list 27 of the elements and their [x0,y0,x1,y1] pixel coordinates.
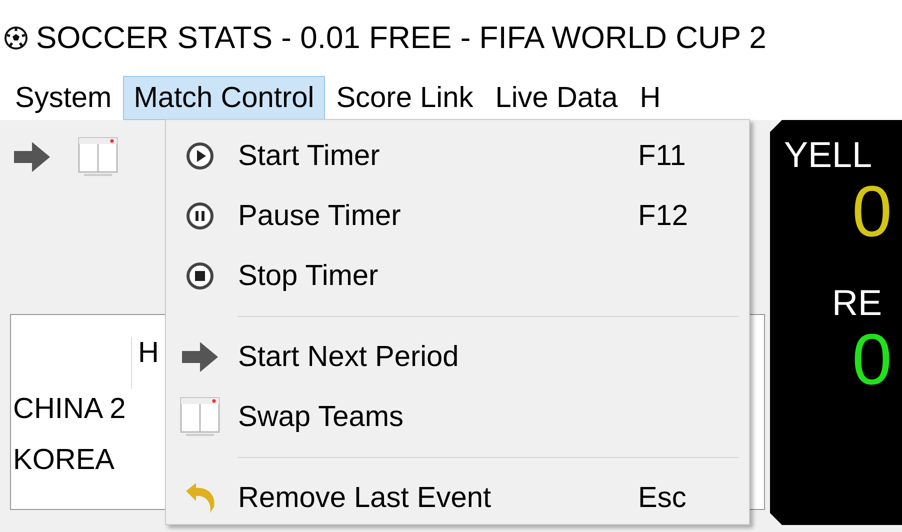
window-icon [180,397,220,437]
window-title: SOCCER STATS - 0.01 FREE - FIFA WORLD CUP 2 [36,20,766,56]
menu-entry[interactable]: Remove Last Event Esc [166,468,749,528]
menu-entry[interactable]: Start Timer F11 [166,126,749,186]
card-label: YELL [784,134,874,176]
stop-icon [185,261,215,291]
arrow-icon [180,340,220,374]
menu-item[interactable]: H [628,76,672,120]
column-header: H [131,337,159,389]
table-row-text: KOREA [12,444,116,477]
menu-item[interactable]: Match Control [122,76,326,120]
soccer-ball-icon [4,26,28,50]
menu-entry[interactable]: Swap Teams [166,387,749,447]
card-label: RE [832,282,884,324]
table-row-text: CHINA 2 [12,393,126,426]
menu-item[interactable]: System [4,76,123,120]
card-count: 0 [852,324,894,396]
arrow-icon [12,140,52,174]
menu-entry[interactable]: Start Next Period [166,327,749,387]
card-count: 0 [852,176,894,248]
menu-entry[interactable]: Pause Timer F12 [166,186,749,246]
play-icon [185,141,215,171]
menu-item[interactable]: Live Data [484,76,629,120]
menu-entry[interactable]: Stop Timer [166,246,749,306]
menu-item[interactable]: Score Link [325,76,484,120]
pause-icon [185,201,215,231]
window-icon [78,137,118,177]
